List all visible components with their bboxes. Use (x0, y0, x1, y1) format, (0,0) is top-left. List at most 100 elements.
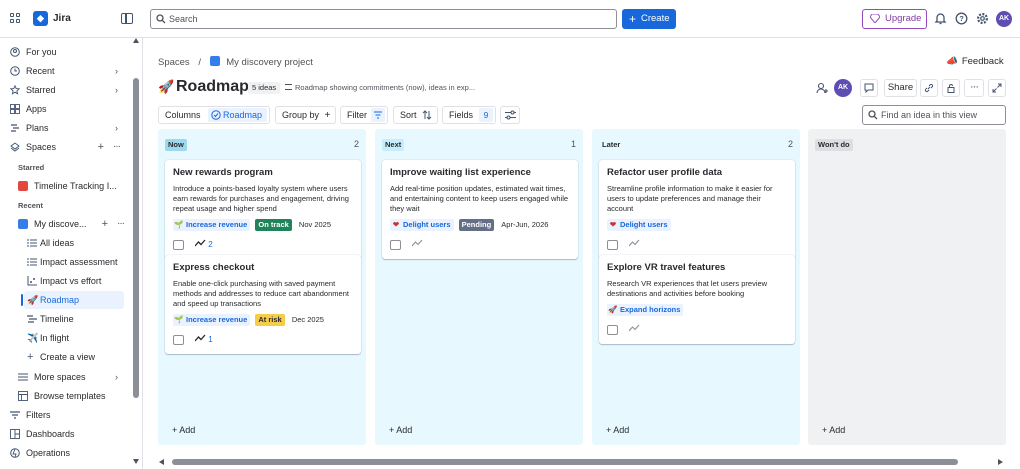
feedback-button[interactable]: 📣 Feedback (946, 56, 1004, 67)
idea-card[interactable]: Express checkout Enable one-click purcha… (165, 255, 361, 354)
sidebar-item-starred[interactable]: Starred › (10, 81, 124, 99)
sidebar-item-more-spaces[interactable]: More spaces › (18, 368, 124, 386)
idea-card[interactable]: Improve waiting list experience Add real… (382, 160, 578, 259)
sidebar-item-label: Browse templates (34, 391, 106, 401)
add-comment-icon[interactable] (390, 240, 401, 250)
view-description[interactable]: Roadmap showing commitments (now), ideas… (285, 83, 475, 92)
lock-button[interactable] (942, 79, 960, 97)
roadmap-field-chip[interactable]: Roadmap (208, 108, 267, 122)
sidebar-scrollbar[interactable] (133, 78, 139, 398)
sort-button[interactable]: Sort (393, 106, 438, 124)
add-people-icon[interactable] (816, 82, 829, 95)
add-idea-button[interactable]: + Add (172, 425, 195, 435)
sidebar-item-plans[interactable]: Plans › (10, 119, 124, 137)
add-comment-icon[interactable] (173, 335, 184, 345)
sidebar-item-recent[interactable]: Recent › (10, 62, 124, 80)
app-switcher-icon[interactable] (10, 13, 22, 25)
bell-icon[interactable] (934, 12, 947, 25)
column-heading[interactable]: Later (599, 139, 623, 151)
filter-button[interactable]: Filter (340, 106, 388, 124)
find-idea-input[interactable]: Find an idea in this view (862, 105, 1006, 125)
insights-trend[interactable]: 2 (194, 239, 213, 249)
add-comment-icon[interactable] (607, 240, 618, 250)
collaborator-avatar[interactable]: AK (834, 79, 852, 97)
add-space-icon[interactable]: + (98, 138, 104, 156)
sidebar-item-operations[interactable]: Operations (10, 444, 124, 462)
goal-lozenge[interactable]: 🌱 Increase revenue (173, 219, 251, 231)
chevron-right-icon[interactable]: › (115, 119, 118, 137)
sidebar-view-in-flight[interactable]: ✈️ In flight (24, 329, 124, 347)
sidebar-item-filters[interactable]: Filters (10, 406, 124, 424)
idea-card[interactable]: Explore VR travel features Research VR e… (599, 255, 795, 344)
sidebar-item-dashboards[interactable]: Dashboards (10, 425, 124, 443)
group-by-button[interactable]: Group by + (275, 106, 336, 124)
column-heading[interactable]: Won't do (815, 139, 853, 151)
sidebar-item-my-discovery-project[interactable]: My discove... + ··· (18, 215, 125, 233)
idea-card[interactable]: New rewards program Introduce a points-b… (165, 160, 361, 259)
sidebar-view-impact-vs-effort[interactable]: Impact vs effort (24, 272, 124, 290)
upgrade-button[interactable]: Upgrade (862, 9, 927, 29)
scroll-down-arrow-icon[interactable] (133, 459, 139, 464)
chevron-right-icon[interactable]: › (115, 81, 118, 99)
add-comment-icon[interactable] (607, 325, 618, 335)
sidebar-collapse-icon[interactable] (121, 13, 133, 24)
insights-trend[interactable] (628, 324, 640, 334)
goal-lozenge[interactable]: ❤ Delight users (607, 219, 671, 231)
more-options-icon[interactable]: ··· (113, 138, 121, 156)
sidebar-view-roadmap[interactable]: 🚀 Roadmap (21, 291, 124, 309)
app-name[interactable]: Jira (53, 13, 71, 24)
comments-button[interactable] (860, 79, 878, 97)
breadcrumb-spaces-link[interactable]: Spaces (158, 57, 190, 68)
breadcrumb-project-link[interactable]: My discovery project (226, 57, 313, 68)
trend-line-icon (411, 239, 423, 247)
insights-trend[interactable] (628, 239, 640, 249)
sidebar-item-spaces[interactable]: Spaces + ··· (10, 138, 124, 156)
add-idea-button[interactable]: + Add (606, 425, 629, 435)
fields-button[interactable]: Fields 9 (442, 106, 496, 124)
sidebar-view-timeline[interactable]: Timeline (24, 310, 124, 328)
add-comment-icon[interactable] (173, 240, 184, 250)
settings-gear-icon[interactable] (976, 12, 989, 25)
user-avatar[interactable]: AK (996, 11, 1012, 27)
copy-link-button[interactable] (920, 79, 938, 97)
column-heading[interactable]: Next (382, 139, 405, 151)
sidebar-create-view[interactable]: + Create a view (24, 348, 124, 366)
chevron-right-icon[interactable]: › (115, 368, 118, 386)
idea-date: Apr-Jun, 2026 (501, 220, 549, 229)
insights-trend[interactable] (411, 239, 423, 249)
more-actions-button[interactable]: ··· (964, 79, 984, 97)
sidebar-view-label: Impact assessment (40, 257, 118, 267)
sidebar-item-label: Operations (26, 448, 71, 458)
chevron-right-icon[interactable]: › (115, 62, 118, 80)
sidebar-item-timeline-tracking[interactable]: Timeline Tracking I... (18, 177, 124, 195)
goal-lozenge[interactable]: 🚀 Expand horizons (607, 304, 684, 316)
insights-trend[interactable]: 1 (194, 334, 213, 344)
filter-icon (10, 411, 20, 419)
share-button[interactable]: Share (884, 79, 917, 97)
create-button[interactable]: + Create (622, 9, 676, 29)
sidebar-item-browse-templates[interactable]: Browse templates (18, 387, 124, 405)
search-input[interactable]: Search (150, 9, 617, 29)
add-icon[interactable]: + (102, 215, 108, 233)
more-options-icon[interactable]: ··· (117, 215, 125, 233)
add-idea-button[interactable]: + Add (822, 425, 845, 435)
scroll-up-arrow-icon[interactable] (133, 38, 139, 43)
sidebar-view-impact-assessment[interactable]: Impact assessment (24, 253, 124, 271)
view-settings-button[interactable] (500, 106, 520, 124)
add-idea-button[interactable]: + Add (389, 425, 412, 435)
scroll-right-arrow-icon[interactable] (998, 459, 1003, 465)
sidebar-item-apps[interactable]: Apps (10, 100, 124, 118)
idea-card[interactable]: Refactor user profile data Streamline pr… (599, 160, 795, 259)
column-count: 2 (353, 139, 359, 149)
goal-lozenge[interactable]: 🌱 Increase revenue (173, 314, 251, 326)
sidebar-item-for-you[interactable]: For you (10, 43, 124, 61)
scroll-left-arrow-icon[interactable] (159, 459, 164, 465)
goal-lozenge[interactable]: ❤ Delight users (390, 219, 454, 231)
sidebar-view-all-ideas[interactable]: All ideas (24, 234, 124, 252)
jira-logo-icon[interactable]: ◆ (33, 11, 48, 26)
fullscreen-button[interactable] (988, 79, 1006, 97)
help-icon[interactable]: ? (955, 12, 968, 25)
board-horizontal-scrollbar[interactable] (172, 459, 958, 465)
column-heading[interactable]: Now (165, 139, 187, 151)
columns-selector[interactable]: Columns Roadmap (158, 106, 270, 124)
